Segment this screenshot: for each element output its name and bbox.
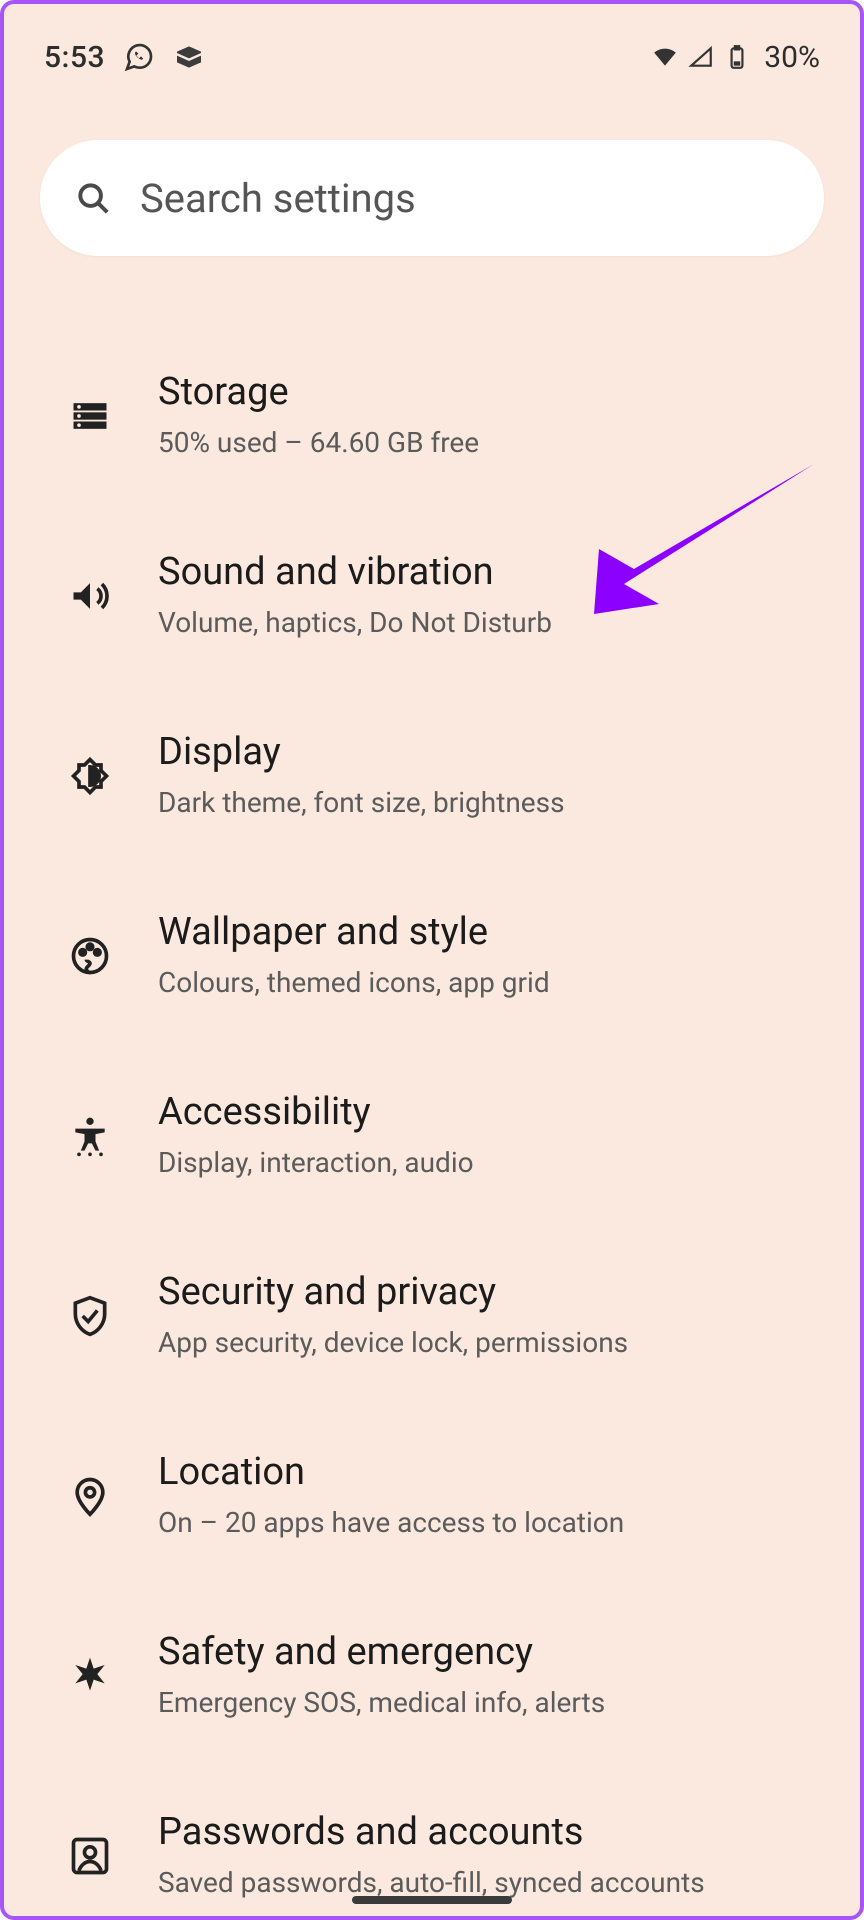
setting-title: Accessibility [158,1091,820,1135]
setting-title: Safety and emergency [158,1631,820,1675]
setting-title: Location [158,1451,820,1495]
setting-title: Security and privacy [158,1271,820,1315]
setting-display[interactable]: Display Dark theme, font size, brightnes… [4,686,860,866]
setting-subtitle: Display, interaction, audio [158,1145,820,1181]
setting-subtitle: On – 20 apps have access to location [158,1505,820,1541]
setting-title: Wallpaper and style [158,911,820,955]
setting-wallpaper-style[interactable]: Wallpaper and style Colours, themed icon… [4,866,860,1046]
location-icon [68,1474,112,1518]
sound-icon [68,574,112,618]
search-placeholder: Search settings [140,175,416,222]
status-time: 5:53 [44,40,105,75]
setting-sound-vibration[interactable]: Sound and vibration Volume, haptics, Do … [4,506,860,686]
setting-title: Display [158,731,820,775]
status-bar: 5:53 30% [4,4,860,94]
delivery-icon [173,41,205,73]
setting-title: Storage [158,371,820,415]
settings-screen: 5:53 30% Search sett [0,0,864,1920]
security-icon [68,1294,112,1338]
status-right: 30% [652,40,820,75]
battery-percent: 30% [764,40,820,75]
setting-storage[interactable]: Storage 50% used – 64.60 GB free [4,326,860,506]
setting-title: Passwords and accounts [158,1811,820,1855]
setting-subtitle: Dark theme, font size, brightness [158,785,820,821]
passwords-icon [68,1834,112,1878]
battery-icon [724,44,750,70]
wallpaper-icon [68,934,112,978]
setting-title: Sound and vibration [158,551,820,595]
status-left: 5:53 [44,40,205,75]
safety-icon [68,1654,112,1698]
setting-location[interactable]: Location On – 20 apps have access to loc… [4,1406,860,1586]
setting-accessibility[interactable]: Accessibility Display, interaction, audi… [4,1046,860,1226]
settings-list: Storage 50% used – 64.60 GB free Sound a… [4,284,860,1920]
setting-subtitle: Colours, themed icons, app grid [158,965,820,1001]
setting-subtitle: 50% used – 64.60 GB free [158,425,820,461]
search-icon [74,179,112,217]
signal-icon [688,44,714,70]
setting-security-privacy[interactable]: Security and privacy App security, devic… [4,1226,860,1406]
search-container: Search settings [4,94,860,284]
whatsapp-icon [123,41,155,73]
display-icon [68,754,112,798]
storage-icon [68,394,112,438]
setting-subtitle: Volume, haptics, Do Not Disturb [158,605,820,641]
search-settings-input[interactable]: Search settings [40,140,824,256]
wifi-icon [652,44,678,70]
accessibility-icon [68,1114,112,1158]
setting-safety-emergency[interactable]: Safety and emergency Emergency SOS, medi… [4,1586,860,1766]
setting-subtitle: Emergency SOS, medical info, alerts [158,1685,820,1721]
nav-indicator [352,1896,512,1904]
setting-subtitle: App security, device lock, permissions [158,1325,820,1361]
